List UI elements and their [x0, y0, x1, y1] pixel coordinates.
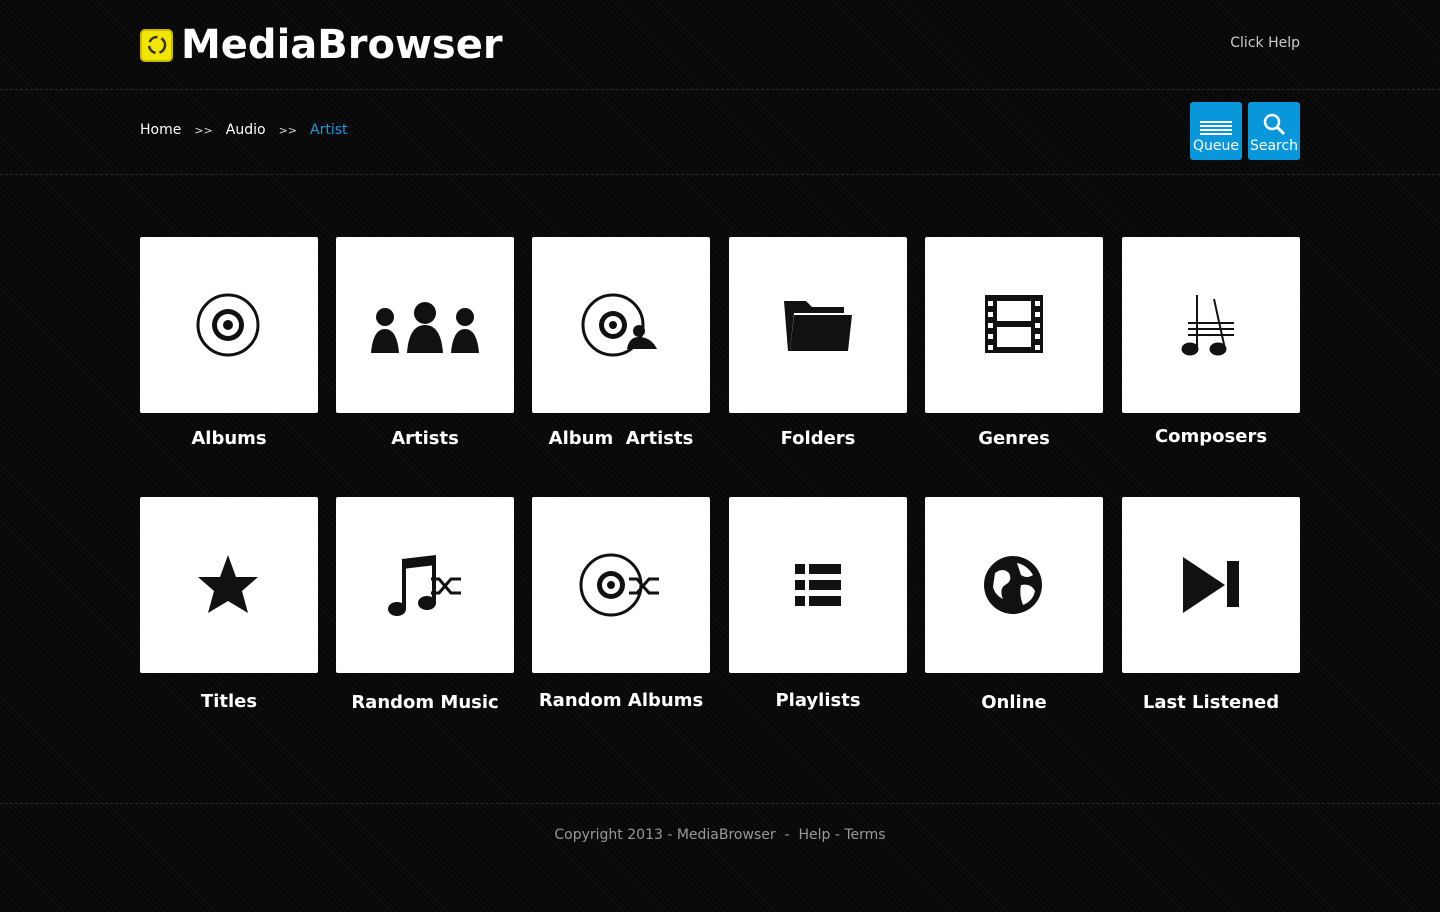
- tile-albums[interactable]: [140, 237, 318, 413]
- footer: Copyright 2013 - MediaBrowser - Help - T…: [0, 827, 1440, 843]
- tile-label[interactable]: Folders: [729, 428, 907, 449]
- tile-playlists[interactable]: [729, 497, 907, 673]
- users-icon: [371, 302, 479, 353]
- tile-label[interactable]: Artists: [336, 428, 514, 449]
- tile-folders[interactable]: [729, 237, 907, 413]
- star-icon: [198, 555, 258, 613]
- tile-last-listened[interactable]: [1122, 497, 1300, 673]
- tile-label[interactable]: Album Artists: [532, 428, 710, 449]
- search-button[interactable]: Search: [1248, 102, 1300, 160]
- tile-label[interactable]: Online: [925, 692, 1103, 713]
- footer-separator: -: [784, 827, 790, 843]
- queue-label: Queue: [1193, 138, 1239, 154]
- footer-terms-link[interactable]: - Terms: [835, 827, 886, 843]
- disc-shuffle-icon: [579, 553, 659, 617]
- queue-button[interactable]: Queue: [1190, 102, 1242, 160]
- divider: [0, 89, 1440, 90]
- tile-genres[interactable]: [925, 237, 1103, 413]
- film-icon: [985, 295, 1043, 353]
- tile-random-music[interactable]: [336, 497, 514, 673]
- tile-label[interactable]: Random Music: [336, 692, 514, 713]
- breadcrumb-separator: >>: [278, 123, 298, 137]
- queue-icon: [1200, 121, 1232, 135]
- tile-composers[interactable]: [1122, 237, 1300, 413]
- divider: [0, 174, 1440, 175]
- search-label: Search: [1249, 138, 1299, 154]
- footer-help-link[interactable]: Help: [798, 827, 830, 843]
- disc-user-icon: [581, 293, 657, 357]
- help-link[interactable]: Click Help: [1230, 35, 1300, 51]
- tile-label[interactable]: Last Listened: [1122, 692, 1300, 713]
- recycle-icon: [140, 28, 173, 62]
- search-icon: [1263, 113, 1286, 136]
- breadcrumb-current: Artist: [310, 122, 348, 138]
- skip-forward-icon: [1183, 557, 1239, 613]
- tile-label[interactable]: Composers: [1122, 426, 1300, 447]
- disc-icon: [196, 293, 260, 357]
- tile-label[interactable]: Genres: [925, 428, 1103, 449]
- folder-icon: [784, 301, 852, 351]
- globe-icon: [984, 556, 1042, 614]
- tile-label[interactable]: Playlists: [729, 690, 907, 711]
- breadcrumb: Home >> Audio >> Artist: [140, 122, 348, 138]
- breadcrumb-home[interactable]: Home: [140, 122, 181, 138]
- tile-label[interactable]: Titles: [140, 691, 318, 712]
- copyright: Copyright 2013 - MediaBrowser: [554, 827, 776, 843]
- tile-online[interactable]: [925, 497, 1103, 673]
- tile-album-artists[interactable]: [532, 237, 710, 413]
- list-icon: [795, 564, 841, 606]
- app-title: MediaBrowser: [181, 22, 503, 68]
- music-shuffle-icon: [388, 555, 461, 616]
- music-score-icon: [1181, 295, 1234, 356]
- breadcrumb-separator: >>: [194, 123, 213, 137]
- divider: [0, 803, 1440, 804]
- tile-random-albums[interactable]: [532, 497, 710, 673]
- tile-label[interactable]: Random Albums: [532, 690, 710, 711]
- tile-titles[interactable]: [140, 497, 318, 673]
- breadcrumb-audio[interactable]: Audio: [226, 122, 266, 138]
- tile-artists[interactable]: [336, 237, 514, 413]
- tile-label[interactable]: Albums: [140, 428, 318, 449]
- logo[interactable]: MediaBrowser: [140, 22, 503, 68]
